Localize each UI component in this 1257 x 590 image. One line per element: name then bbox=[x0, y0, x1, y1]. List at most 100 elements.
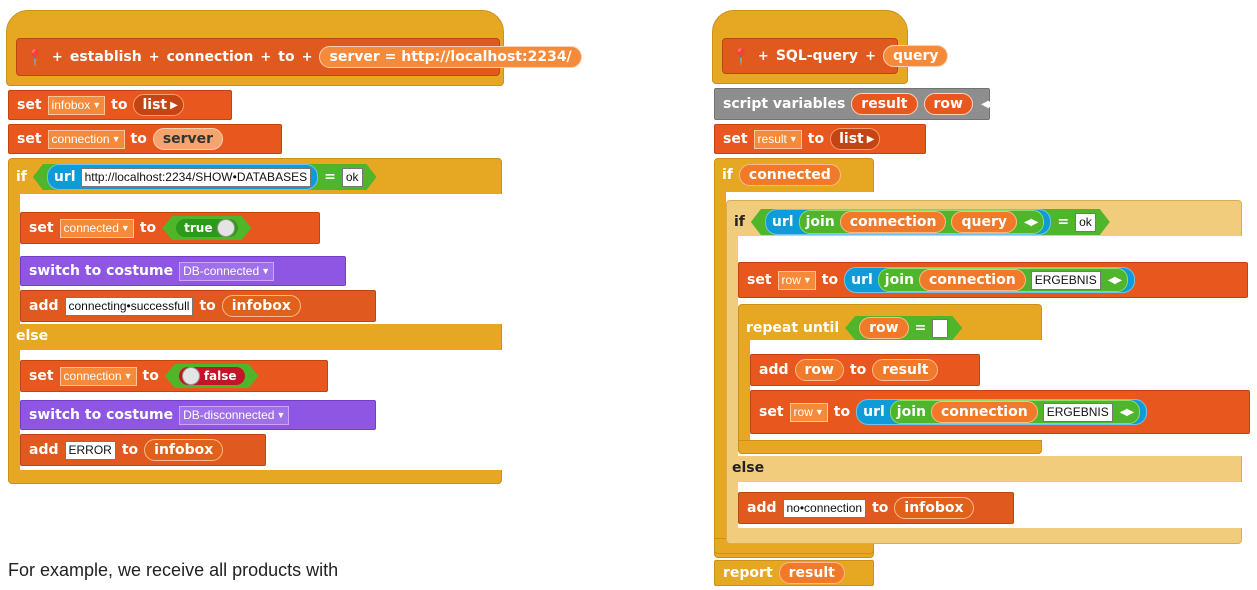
row-reporter[interactable]: row bbox=[859, 317, 908, 339]
set-label: set bbox=[747, 272, 772, 288]
server-reporter[interactable]: server bbox=[152, 128, 224, 150]
set-infobox-block[interactable]: set infobox ▼ to list ▶ bbox=[8, 90, 232, 120]
repeat-header: repeat until row = bbox=[746, 314, 962, 342]
set-row-block-2[interactable]: set row ▼ to url join connection ERGEBNIS… bbox=[750, 390, 1250, 434]
outer-if-header: if connected bbox=[722, 164, 841, 186]
false-toggle[interactable]: false bbox=[179, 367, 245, 385]
custom-block-header[interactable]: 📍 + establish + connection + to + server… bbox=[16, 38, 600, 76]
equals-sign: = bbox=[324, 169, 336, 185]
costume-label: switch to costume bbox=[29, 407, 174, 423]
true-toggle[interactable]: true bbox=[176, 219, 237, 237]
add-text-input[interactable]: ERROR bbox=[64, 440, 116, 460]
list-reporter[interactable]: list ▶ bbox=[133, 94, 184, 116]
join-reporter[interactable]: join connection ERGEBNIS ◀▶ bbox=[877, 268, 1129, 292]
to-label: to bbox=[121, 442, 139, 458]
ergebnis-input[interactable]: ERGEBNIS bbox=[1042, 402, 1113, 422]
add-error-block[interactable]: add ERROR to infobox bbox=[20, 434, 266, 466]
row-reporter[interactable]: row bbox=[794, 359, 844, 381]
connection-reporter[interactable]: connection bbox=[930, 401, 1038, 423]
arrows-icon[interactable]: ◀▶ bbox=[1108, 275, 1122, 286]
add-row-block[interactable]: add row to result bbox=[750, 354, 980, 386]
chevron-down-icon: ▼ bbox=[111, 133, 121, 144]
block-name: SQL-query bbox=[775, 48, 859, 64]
infobox-reporter[interactable]: infobox bbox=[894, 497, 974, 519]
compare-input[interactable]: ok bbox=[342, 168, 363, 187]
hat-word-to: to bbox=[278, 49, 295, 65]
result-reporter[interactable]: result bbox=[872, 359, 939, 381]
chevron-down-icon: ▼ bbox=[261, 265, 271, 276]
add-noconnection-block[interactable]: add no•connection to infobox bbox=[738, 492, 1014, 524]
server-param[interactable]: server = http://localhost:2234/ bbox=[319, 46, 582, 68]
infobox-var-dropdown[interactable]: infobox ▼ bbox=[47, 95, 106, 115]
connection-var-dropdown[interactable]: connection ▼ bbox=[59, 366, 137, 386]
script-variables-block[interactable]: script variables result row ◀▶ bbox=[714, 88, 995, 120]
switch-costume-disconnected-block[interactable]: switch to costume DB-disconnected ▼ bbox=[20, 400, 376, 430]
costume-dropdown[interactable]: DB-connected ▼ bbox=[179, 261, 275, 281]
set-connection-false-block[interactable]: set connection ▼ to false bbox=[20, 360, 328, 392]
set-connection-block[interactable]: set connection ▼ to server bbox=[8, 124, 282, 154]
add-connecting-block[interactable]: add connecting•successfull to infobox bbox=[20, 290, 376, 322]
set-label: set bbox=[759, 404, 784, 420]
compare-input[interactable]: ok bbox=[1075, 213, 1096, 232]
else-label: else bbox=[732, 460, 765, 476]
set-result-block[interactable]: set result ▼ to list ▶ bbox=[714, 124, 926, 154]
add-text-input[interactable]: no•connection bbox=[782, 498, 867, 518]
equals-predicate[interactable]: row = bbox=[845, 316, 962, 340]
url-reporter[interactable]: url join connection query ◀▶ bbox=[765, 209, 1052, 235]
infobox-reporter[interactable]: infobox bbox=[144, 439, 224, 461]
add-text-input[interactable]: connecting•successfull bbox=[64, 296, 194, 316]
url-reporter[interactable]: url join connection ERGEBNIS ◀▶ bbox=[856, 399, 1148, 425]
join-reporter[interactable]: join connection ERGEBNIS ◀▶ bbox=[889, 400, 1141, 424]
query-reporter[interactable]: query bbox=[951, 211, 1017, 233]
custom-block-header[interactable]: 📍 + SQL-query + query + bbox=[722, 38, 966, 74]
infobox-reporter[interactable]: infobox bbox=[221, 295, 301, 317]
toggle-knob-icon bbox=[182, 367, 200, 385]
join-reporter[interactable]: join connection query ◀▶ bbox=[799, 210, 1045, 234]
connected-reporter[interactable]: connected bbox=[738, 164, 841, 186]
set-connected-block[interactable]: set connected ▼ to true bbox=[20, 212, 320, 244]
result-reporter[interactable]: result bbox=[778, 562, 845, 584]
set-label: set bbox=[723, 131, 748, 147]
switch-costume-connected-block[interactable]: switch to costume DB-connected ▼ bbox=[20, 256, 346, 286]
add-label: add bbox=[759, 362, 789, 378]
url-input[interactable]: http://localhost:2234/SHOW•DATABASES bbox=[81, 168, 312, 187]
result-var-dropdown[interactable]: result ▼ bbox=[753, 129, 802, 149]
right-script: 📍 + SQL-query + query + script variables… bbox=[712, 10, 1252, 586]
arrows-icon[interactable]: ◀▶ bbox=[981, 99, 995, 110]
connection-reporter[interactable]: connection bbox=[840, 211, 947, 233]
row-var[interactable]: row bbox=[923, 93, 973, 115]
ergebnis-input[interactable]: ERGEBNIS bbox=[1030, 270, 1101, 290]
true-predicate[interactable]: true bbox=[162, 216, 251, 240]
equals-predicate[interactable]: url http://localhost:2234/SHOW•DATABASES… bbox=[33, 164, 377, 190]
connection-reporter[interactable]: connection bbox=[918, 269, 1026, 291]
url-label: url bbox=[53, 169, 76, 185]
url-reporter[interactable]: url http://localhost:2234/SHOW•DATABASES bbox=[47, 164, 318, 190]
query-param[interactable]: query bbox=[882, 45, 949, 67]
to-label: to bbox=[807, 131, 825, 147]
arrow-right-icon: ▶ bbox=[866, 133, 875, 145]
url-label: url bbox=[851, 272, 873, 288]
result-var[interactable]: result bbox=[851, 93, 918, 115]
inner-if-header: if url join connection query ◀▶ = ok bbox=[734, 207, 1110, 237]
list-reporter[interactable]: list ▶ bbox=[830, 128, 881, 150]
set-label: set bbox=[29, 220, 54, 236]
to-label: to bbox=[849, 362, 867, 378]
chevron-down-icon: ▼ bbox=[802, 274, 812, 285]
arrows-icon[interactable]: ◀▶ bbox=[1024, 217, 1037, 228]
if-header: if url http://localhost:2234/SHOW•DATABA… bbox=[16, 162, 377, 192]
connection-var-dropdown[interactable]: connection ▼ bbox=[47, 129, 125, 149]
empty-input[interactable] bbox=[932, 319, 948, 338]
add-label: add bbox=[29, 442, 59, 458]
hat-word-establish: establish bbox=[69, 49, 142, 65]
set-row-block[interactable]: set row ▼ to url join connection ERGEBNIS… bbox=[738, 262, 1248, 298]
false-predicate[interactable]: false bbox=[165, 364, 259, 388]
costume-dropdown[interactable]: DB-disconnected ▼ bbox=[179, 405, 290, 425]
arrows-icon[interactable]: ◀▶ bbox=[1120, 407, 1134, 418]
row-var-dropdown[interactable]: row ▼ bbox=[777, 270, 816, 290]
repeat-label: repeat until bbox=[746, 320, 840, 336]
equals-predicate[interactable]: url join connection query ◀▶ = ok bbox=[751, 209, 1110, 235]
url-reporter[interactable]: url join connection ERGEBNIS ◀▶ bbox=[844, 267, 1136, 293]
connected-var-dropdown[interactable]: connected ▼ bbox=[59, 218, 134, 238]
row-var-dropdown[interactable]: row ▼ bbox=[789, 402, 828, 422]
report-block[interactable]: report result bbox=[714, 560, 874, 586]
